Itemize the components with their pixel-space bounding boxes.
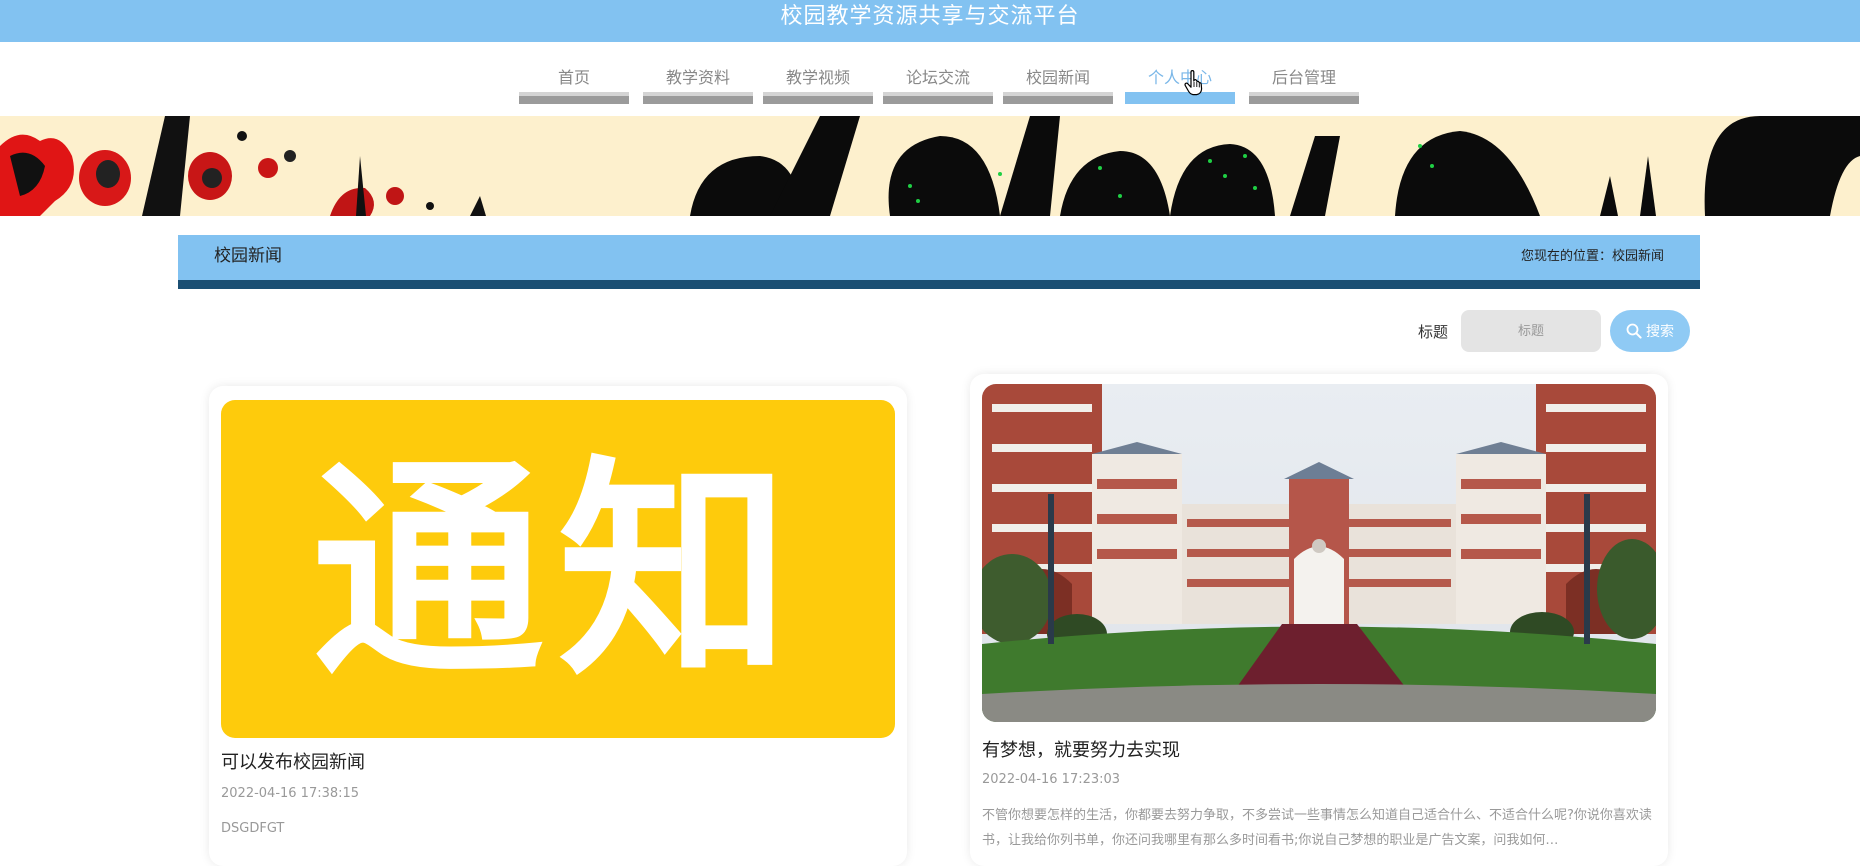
search-button-label: 搜索 — [1646, 324, 1674, 340]
nav-label: 后台管理 — [1271, 68, 1336, 87]
news-summary: DSGDFGT — [221, 821, 285, 836]
nav-item-teaching-materials[interactable]: 教学资料 — [643, 42, 753, 106]
hand-cursor-icon — [1184, 70, 1203, 96]
nav-underline — [763, 92, 873, 104]
nav-item-teaching-videos[interactable]: 教学视频 — [763, 42, 873, 106]
section-header: 校园新闻 您现在的位置：校园新闻 — [178, 235, 1700, 289]
breadcrumb: 您现在的位置：校园新闻 — [1520, 249, 1664, 264]
nav-label: 个人中心 — [1147, 68, 1212, 87]
nav-item-campus-news[interactable]: 校园新闻 — [1003, 42, 1113, 106]
nav-underline — [1003, 92, 1113, 104]
title-search-input[interactable] — [1461, 310, 1601, 352]
nav-item-forum[interactable]: 论坛交流 — [883, 42, 993, 106]
news-date: 2022-04-16 17:38:15 — [221, 786, 360, 801]
nav-underline — [1125, 92, 1235, 104]
nav-item-admin[interactable]: 后台管理 — [1249, 42, 1359, 106]
nav-item-home[interactable]: 首页 — [519, 42, 629, 106]
notice-image-text: 通知 — [311, 434, 804, 707]
search-icon — [1626, 323, 1642, 339]
main-nav: 首页 教学资料 教学视频 论坛交流 校园新闻 个人中心 后台管理 — [0, 42, 1860, 116]
news-title[interactable]: 可以发布校园新闻 — [221, 748, 365, 774]
nav-label: 教学视频 — [785, 68, 850, 87]
banner-splatter-image — [0, 116, 1860, 216]
news-title[interactable]: 有梦想，就要努力去实现 — [982, 736, 1180, 762]
nav-label: 教学资料 — [665, 68, 730, 87]
nav-underline — [1249, 92, 1359, 104]
decorative-banner — [0, 116, 1860, 216]
site-title: 校园教学资源共享与交流平台 — [780, 4, 1080, 29]
news-summary: 不管你想要怎样的生活，你都要去努力争取，不多尝试一些事情怎么知道自己适合什么、不… — [982, 808, 1652, 848]
news-image-campus[interactable] — [982, 384, 1656, 722]
search-button[interactable]: 搜索 — [1610, 310, 1690, 352]
site-header: 校园教学资源共享与交流平台 — [0, 0, 1860, 42]
section-title: 校园新闻 — [214, 246, 282, 266]
nav-label: 首页 — [557, 68, 590, 87]
news-image-notice[interactable]: 通知 — [221, 400, 895, 738]
nav-underline — [643, 92, 753, 104]
nav-label: 论坛交流 — [905, 68, 970, 87]
campus-building-photo — [982, 384, 1656, 722]
nav-label: 校园新闻 — [1025, 68, 1090, 87]
news-date: 2022-04-16 17:23:03 — [982, 772, 1121, 787]
search-label: 标题 — [1418, 323, 1449, 341]
nav-underline — [883, 92, 993, 104]
nav-item-personal-center[interactable]: 个人中心 — [1125, 42, 1235, 106]
nav-underline — [519, 92, 629, 104]
